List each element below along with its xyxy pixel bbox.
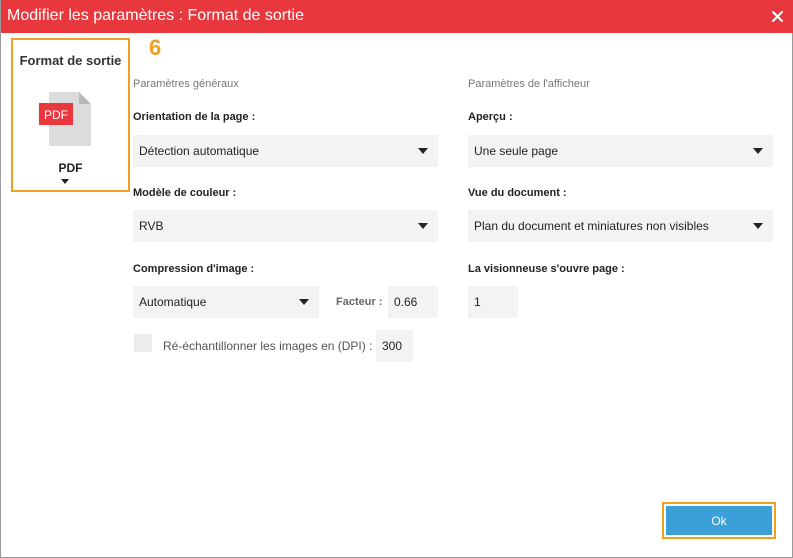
color-model-value: RVB bbox=[139, 219, 164, 233]
orientation-label: Orientation de la page : bbox=[133, 111, 256, 123]
close-icon bbox=[771, 10, 783, 22]
dropdown-arrow-icon bbox=[753, 223, 763, 229]
resample-checkbox[interactable] bbox=[134, 334, 152, 352]
resample-dpi-input[interactable]: 300 bbox=[376, 330, 413, 362]
factor-label: Facteur : bbox=[336, 296, 383, 308]
compression-value: Automatique bbox=[139, 295, 207, 309]
orientation-value: Détection automatique bbox=[139, 144, 260, 158]
step-marker: 6 bbox=[149, 35, 162, 60]
ok-button[interactable]: Ok bbox=[666, 506, 772, 535]
dropdown-arrow-icon bbox=[418, 148, 428, 154]
pdf-file-icon: PDF bbox=[39, 92, 91, 146]
ok-button-highlight: Ok bbox=[662, 502, 776, 539]
compression-dropdown[interactable]: Automatique bbox=[133, 286, 319, 318]
preview-dropdown[interactable]: Une seule page bbox=[468, 135, 773, 167]
open-page-label: La visionneuse s'ouvre page : bbox=[468, 263, 625, 275]
settings-dialog: Modifier les paramètres : Format de sort… bbox=[0, 0, 793, 558]
color-model-label: Modèle de couleur : bbox=[133, 187, 237, 199]
selected-format-label: PDF bbox=[58, 161, 83, 175]
general-section-title: Paramètres généraux bbox=[133, 78, 239, 90]
close-button[interactable] bbox=[766, 5, 788, 27]
chevron-down-icon bbox=[61, 179, 69, 184]
dropdown-arrow-icon bbox=[418, 223, 428, 229]
factor-input[interactable]: 0.66 bbox=[388, 286, 438, 318]
color-model-dropdown[interactable]: RVB bbox=[133, 210, 438, 242]
resample-label: Ré-échantillonner les images en (DPI) : bbox=[163, 339, 373, 353]
title-bar: Modifier les paramètres : Format de sort… bbox=[1, 0, 793, 33]
compression-label: Compression d'image : bbox=[133, 263, 255, 275]
preview-value: Une seule page bbox=[474, 144, 559, 158]
pdf-badge-text: PDF bbox=[44, 108, 68, 122]
document-view-dropdown[interactable]: Plan du document et miniatures non visib… bbox=[468, 210, 773, 242]
document-view-label: Vue du document : bbox=[468, 187, 567, 199]
document-view-value: Plan du document et miniatures non visib… bbox=[474, 219, 709, 233]
viewer-section-title: Paramètres de l'afficheur bbox=[468, 78, 590, 90]
open-page-input[interactable]: 1 bbox=[468, 286, 518, 318]
dropdown-arrow-icon bbox=[753, 148, 763, 154]
output-format-selector[interactable]: Format de sortie PDF PDF bbox=[11, 38, 130, 192]
dialog-title: Modifier les paramètres : Format de sort… bbox=[7, 7, 304, 24]
orientation-dropdown[interactable]: Détection automatique bbox=[133, 135, 438, 167]
dropdown-arrow-icon bbox=[299, 299, 309, 305]
preview-label: Aperçu : bbox=[468, 111, 513, 123]
format-panel-title: Format de sortie bbox=[19, 53, 122, 68]
